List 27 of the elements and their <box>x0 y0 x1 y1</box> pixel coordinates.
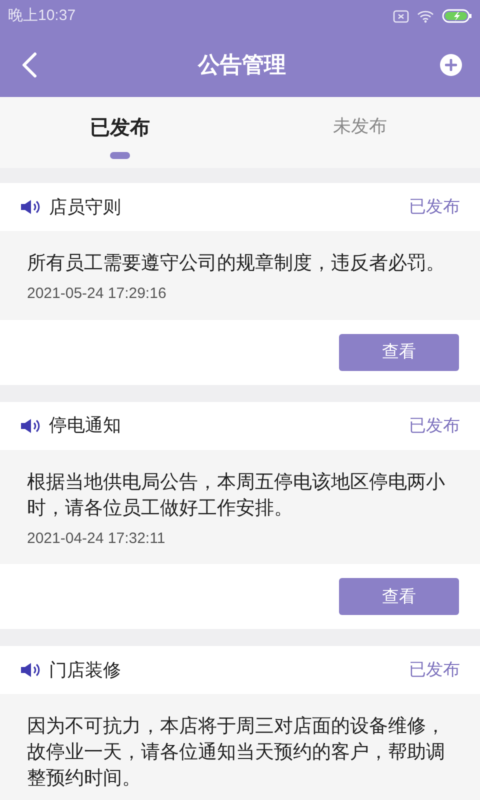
speaker-icon <box>20 418 40 434</box>
add-button[interactable] <box>440 54 462 76</box>
sim-icon <box>393 10 409 22</box>
notice-status: 已发布 <box>409 196 460 218</box>
notice-time: 2021-05-24 17:29:16 <box>27 284 168 304</box>
notice-status: 已发布 <box>409 659 460 682</box>
notice-title: 店员守则 <box>49 196 122 218</box>
notice-content: 根据当地供电局公告，本周五停电该地区停电两小时，请各位员工做好工作安排。 <box>27 470 446 520</box>
battery-icon <box>442 9 472 23</box>
notice-time: 2021-04-24 17:32:11 <box>27 528 166 548</box>
page-title: 公告管理 <box>198 51 286 79</box>
notice-title: 门店装修 <box>49 658 122 682</box>
speaker-icon <box>20 199 40 215</box>
add-icon <box>445 58 457 70</box>
status-time: 晚上10:37 <box>8 6 76 26</box>
tab-indicator <box>110 152 130 159</box>
notice-status: 已发布 <box>409 414 460 437</box>
notice-content: 所有员工需要遵守公司的规章制度，违反者必罚。 <box>27 252 446 276</box>
speaker-icon <box>20 662 40 678</box>
view-button[interactable]: 查看 <box>339 334 459 370</box>
back-icon <box>20 50 38 78</box>
notice-content: 因为不可抗力，本店将于周三对店面的设备维修，故停业一天，请各位通知当天预约的客户，帮助调整预约时间。 <box>27 715 446 791</box>
wifi-icon <box>417 10 434 22</box>
tab[interactable]: 已发布 <box>90 113 150 143</box>
tab[interactable]: 未发布 <box>333 113 387 140</box>
notice-title: 停电通知 <box>49 414 122 437</box>
view-button[interactable]: 查看 <box>339 578 459 615</box>
